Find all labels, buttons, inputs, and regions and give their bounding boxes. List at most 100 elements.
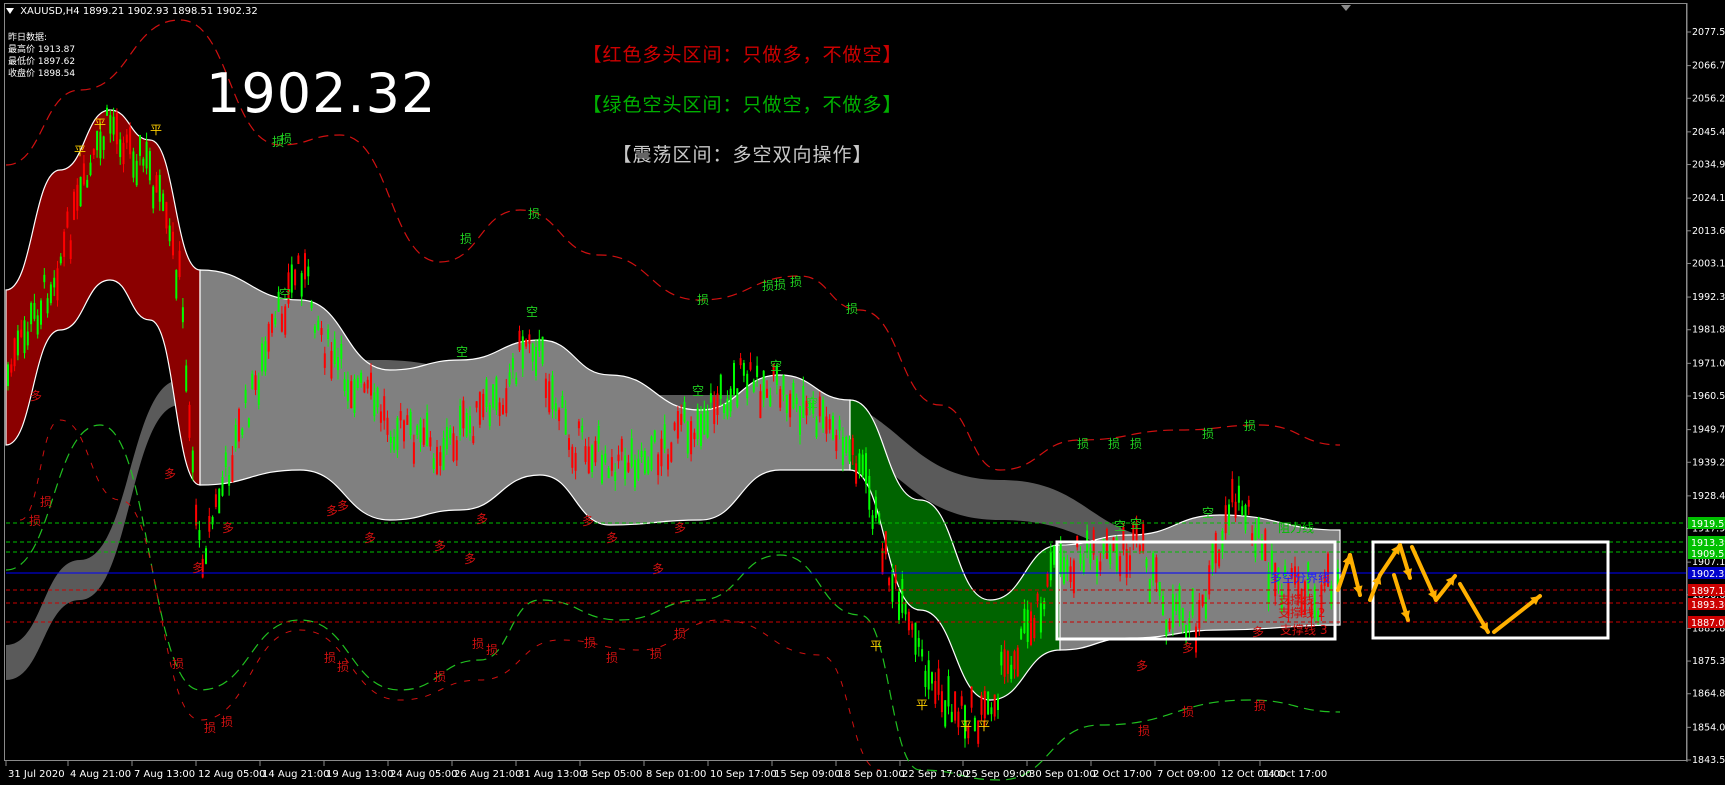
signal-marker-short: 空 (1202, 506, 1214, 520)
candle-body (469, 415, 471, 434)
candle-body (815, 419, 818, 438)
candle-body (607, 467, 610, 479)
candle-body (264, 341, 267, 372)
candle-body (894, 573, 897, 584)
pressure-line-label: 阻力线 (1278, 521, 1314, 535)
candle-body (574, 452, 577, 471)
candle-body (307, 266, 310, 277)
candle-body (868, 476, 871, 510)
signal-marker-stop: 损 (584, 636, 596, 650)
candle-body (1000, 651, 1003, 666)
candle-body (1168, 622, 1171, 630)
candle-body (541, 336, 544, 364)
signal-marker-flat: 平 (916, 698, 928, 712)
price-tick-label: 2077.50 (1692, 27, 1725, 38)
candle-body (716, 393, 719, 415)
symbol-header: XAUUSD,H4 1899.21 1902.93 1898.51 1902.3… (6, 6, 258, 17)
candle-body (1155, 557, 1158, 583)
candle-body (508, 372, 511, 385)
candle-body (848, 439, 851, 462)
signal-marker-stop: 损 (1254, 699, 1266, 713)
candle-body (343, 379, 346, 391)
candle-body (1003, 649, 1006, 677)
candle-body (158, 174, 161, 202)
price-tick-label: 2034.90 (1692, 160, 1725, 171)
candle-body (1020, 628, 1023, 640)
candle-body (561, 395, 564, 409)
candle-body (1171, 594, 1174, 628)
candle-body (403, 420, 405, 442)
candle-body (73, 191, 75, 220)
time-tick-label: 3 Sep 05:00 (582, 769, 642, 780)
candle-body (538, 338, 541, 351)
signal-marker-stop: 损 (486, 643, 498, 657)
candle-body (452, 433, 455, 461)
candle-body (990, 707, 993, 715)
candle-body (356, 377, 359, 389)
candle-body (66, 211, 69, 228)
candle-body (825, 416, 828, 434)
signal-marker-stop: 损 (40, 495, 52, 509)
bear-zone-note: 【绿色空头区间：只做空，不做多】 (582, 94, 903, 116)
candle-body (907, 611, 910, 631)
candle-body (891, 570, 894, 602)
candle-body (442, 438, 445, 471)
support3-label: 支撑线 3 (1280, 622, 1327, 637)
candle-body (396, 418, 399, 450)
candle-body (185, 365, 188, 392)
support2-label: 支撑线 2 (1278, 605, 1325, 620)
candle-body (297, 255, 300, 265)
collapse-triangle-icon[interactable] (6, 8, 14, 14)
candle-body (686, 421, 689, 454)
candle-body (386, 417, 389, 435)
candle-body (320, 328, 323, 335)
candle-body (198, 530, 201, 541)
candle-body (954, 691, 957, 721)
time-tick-label: 30 Sep 01:00 (1029, 769, 1096, 780)
signal-marker-flat: 平 (94, 117, 106, 131)
time-tick-label: 2 Oct 17:00 (1093, 769, 1152, 780)
candle-body (759, 391, 762, 419)
candle-body (752, 380, 755, 392)
candle-body (568, 438, 570, 450)
candle-body (300, 273, 303, 297)
candle-body (56, 268, 59, 301)
candle-body (736, 388, 739, 407)
candle-body (719, 374, 722, 399)
time-tick-label: 26 Aug 21:00 (454, 769, 521, 780)
signal-marker-stop: 损 (1244, 419, 1256, 433)
candle-body (878, 513, 881, 524)
candle-body (858, 453, 861, 474)
candle-body (254, 375, 257, 390)
candle-body (337, 357, 339, 371)
signal-marker-flat: 平 (150, 123, 162, 137)
signal-marker-long: 多 (192, 561, 204, 575)
signal-marker-stop: 损 (1138, 724, 1150, 738)
candle-body (462, 400, 465, 429)
candle-body (581, 425, 584, 433)
time-tick-label: 18 Sep 01:00 (838, 769, 905, 780)
signal-marker-long: 多 (674, 521, 686, 535)
candle-body (1237, 485, 1240, 503)
candle-body (478, 392, 481, 425)
candle-body (1251, 533, 1254, 541)
candle-body (40, 300, 42, 325)
candle-body (620, 438, 623, 452)
candle-body (284, 306, 287, 335)
support1-label: 支撑线 1 (1278, 592, 1325, 607)
candle-body (914, 622, 917, 655)
candle-body (1105, 528, 1108, 559)
candle-body (333, 339, 336, 365)
candle-body (366, 379, 369, 389)
price-tick-label: 1949.70 (1692, 425, 1725, 436)
candle-body (20, 329, 23, 337)
candle-body (195, 504, 198, 526)
candle-body (13, 338, 16, 367)
candle-body (709, 393, 712, 403)
candle-body (917, 638, 920, 647)
candle-body (1096, 558, 1098, 577)
candle-body (690, 421, 693, 455)
signal-marker-stop: 损 (1182, 705, 1194, 719)
candle-body (1162, 596, 1164, 616)
candle-body (495, 377, 498, 411)
